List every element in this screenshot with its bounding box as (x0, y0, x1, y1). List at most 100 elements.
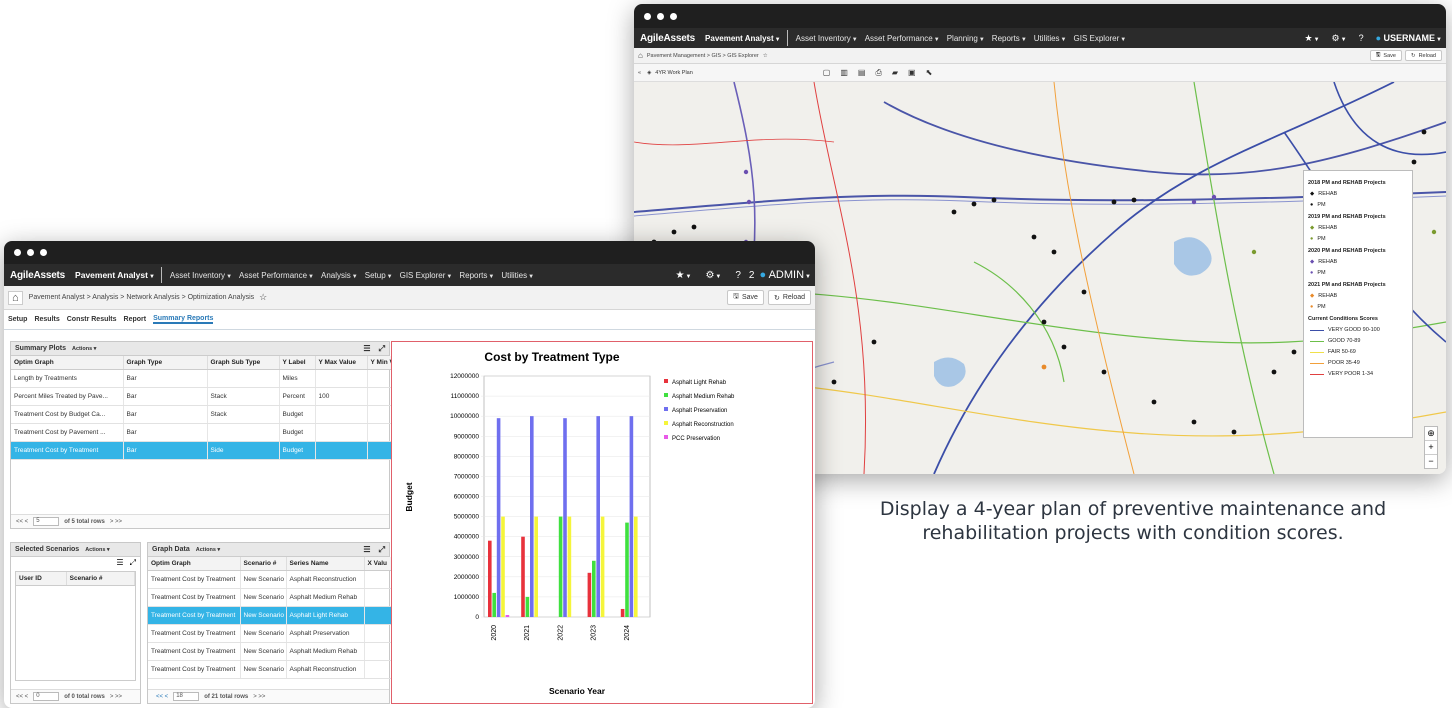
window-dot[interactable] (14, 249, 21, 256)
expand-icon[interactable]: ⤢ (379, 545, 385, 555)
star-icon[interactable]: ★▼ (1305, 33, 1320, 44)
gear-icon[interactable]: ⚙▼ (1332, 33, 1347, 44)
expand-icon[interactable]: ⤢ (379, 344, 385, 354)
window-dot[interactable] (27, 249, 34, 256)
user-menu[interactable]: ● USERNAME▼ (1376, 33, 1442, 43)
table-row[interactable]: Treatment Cost by Budget Ca... Bar Stack Bu… (11, 405, 392, 424)
window-dot[interactable] (670, 12, 677, 20)
columns-icon[interactable]: ☰ (116, 558, 123, 567)
next-page-icon[interactable]: > >> (110, 519, 122, 525)
nav-menu-asset-inventory[interactable]: Asset Inventory▼ (170, 271, 232, 280)
nav-menu-setup[interactable]: Setup▼ (365, 271, 393, 280)
star-icon[interactable]: ★▼ (676, 270, 692, 281)
nav-menu-gis-explorer[interactable]: GIS Explorer▼ (400, 271, 453, 280)
actions-menu[interactable]: Actions ▾ (196, 547, 220, 553)
reload-button[interactable]: ↻ Reload (767, 290, 811, 305)
column-header[interactable]: Optim Graph (148, 557, 241, 571)
column-header[interactable]: Series Name (286, 557, 365, 571)
favorite-star-icon[interactable]: ☆ (763, 53, 768, 59)
table-cell: Budget (279, 405, 316, 424)
app-menu[interactable]: Pavement Analyst▼ (705, 34, 781, 43)
next-page-icon[interactable]: > >> (253, 694, 265, 700)
window-dot[interactable] (657, 12, 664, 20)
table-row[interactable]: Treatment Cost by Treatment New Scenario A… (148, 624, 392, 643)
window-dot[interactable] (644, 12, 651, 20)
table-row[interactable]: Treatment Cost by Treatment New Scenario A… (148, 588, 392, 607)
nav-menu-utilities[interactable]: Utilities▼ (501, 271, 534, 280)
home-icon[interactable]: ⌂ (8, 290, 23, 305)
tab-constr-results[interactable]: Constr Results (67, 316, 117, 323)
top-navbar: AgileAssets Pavement Analyst▼ Asset Inve… (4, 264, 815, 286)
expand-icon[interactable]: ⤢ (130, 558, 136, 567)
actions-menu[interactable]: Actions ▾ (85, 547, 109, 553)
table-row[interactable]: Length by Treatments Bar Miles (11, 369, 392, 388)
page-size-input[interactable]: 18 (173, 692, 200, 701)
columns-icon[interactable]: ☰ (363, 344, 370, 353)
tab-results[interactable]: Results (34, 316, 59, 323)
table-row[interactable]: Treatment Cost by Treatment New Scenario A… (148, 642, 392, 661)
nav-menu-gis-explorer[interactable]: GIS Explorer▼ (1074, 34, 1127, 43)
actions-menu[interactable]: Actions ▾ (72, 346, 96, 352)
gear-icon[interactable]: ⚙▼ (705, 270, 721, 281)
breadcrumb[interactable]: Pavement Analyst > Analysis > Network An… (29, 294, 254, 301)
reload-button[interactable]: ↻ Reload (1404, 50, 1442, 61)
table-row[interactable]: Treatment Cost by Pavement ... Bar Budget (11, 423, 392, 442)
legend-item: POOR 35-49 (1310, 360, 1408, 366)
save-button[interactable]: 🖫 Save (1369, 50, 1402, 61)
column-header[interactable]: Graph Type (123, 356, 208, 370)
table-row[interactable]: Treatment Cost by Treatment Bar Side Budget (11, 441, 392, 460)
nav-menu-utilities[interactable]: Utilities▼ (1034, 34, 1067, 43)
first-page-icon[interactable]: << < (16, 519, 28, 525)
nav-menu-asset-inventory[interactable]: Asset Inventory▼ (796, 34, 858, 43)
locate-icon[interactable]: ⊕ (1425, 427, 1437, 440)
notification-count[interactable]: 2 (749, 270, 755, 281)
column-header[interactable]: X Valu (364, 557, 392, 571)
zoom-out-button[interactable]: − (1425, 454, 1437, 468)
favorite-star-icon[interactable]: ☆ (259, 292, 267, 303)
nav-menu-reports[interactable]: Reports▼ (992, 34, 1027, 43)
nav-menu-asset-performance[interactable]: Asset Performance▼ (239, 271, 314, 280)
tab-summary-reports[interactable]: Summary Reports (153, 315, 214, 324)
layers-icon[interactable]: ◈ (647, 70, 651, 76)
breadcrumb[interactable]: Pavement Management > GIS > GIS Explorer (647, 53, 759, 59)
y-tick-label: 9000000 (454, 433, 480, 440)
tab-setup[interactable]: Setup (8, 316, 27, 323)
zoom-in-button[interactable]: + (1425, 440, 1437, 454)
nav-menu-reports[interactable]: Reports▼ (459, 271, 494, 280)
column-header[interactable]: Y Min V (367, 356, 392, 370)
table-row[interactable]: Treatment Cost by Treatment New Scenario A… (148, 606, 392, 625)
map-tool-icons[interactable]: ▢▥▤⎙▰▣⬉ (823, 68, 943, 78)
page-size-input[interactable]: 0 (33, 692, 60, 701)
next-page-icon[interactable]: > >> (110, 694, 122, 700)
table-row[interactable]: Percent Miles Treated by Pave... Bar Stack… (11, 387, 392, 406)
help-icon[interactable]: ? (735, 270, 741, 281)
legend-item: ● PM (1310, 270, 1408, 276)
first-page-icon[interactable]: << < (16, 694, 28, 700)
scenarios-list-box: User ID Scenario # (15, 571, 136, 681)
table-row[interactable]: Treatment Cost by Treatment New Scenario A… (148, 570, 392, 589)
column-header[interactable]: Y Max Value (315, 356, 368, 370)
column-header[interactable]: Graph Sub Type (207, 356, 280, 370)
tab-report[interactable]: Report (124, 316, 147, 323)
home-icon[interactable]: ⌂ (638, 51, 643, 60)
table-cell: Bar (123, 387, 208, 406)
column-header[interactable]: Scenario # (66, 572, 136, 586)
help-icon[interactable]: ? (1359, 33, 1364, 43)
user-menu[interactable]: ● ADMIN▼ (759, 269, 811, 281)
column-header[interactable]: Y Label (279, 356, 316, 370)
nav-menu-planning[interactable]: Planning▼ (947, 34, 985, 43)
save-button[interactable]: 🖫 Save (727, 290, 764, 305)
table-row[interactable]: Treatment Cost by Treatment New Scenario A… (148, 660, 392, 679)
column-header[interactable]: User ID (16, 572, 67, 586)
nav-menu-analysis[interactable]: Analysis▼ (321, 271, 358, 280)
nav-menu-asset-performance[interactable]: Asset Performance▼ (865, 34, 940, 43)
collapse-icon[interactable]: « (638, 70, 641, 76)
first-page-icon[interactable]: << < (156, 694, 168, 700)
line-swatch-icon (1310, 373, 1324, 375)
app-menu[interactable]: Pavement Analyst▼ (75, 270, 155, 280)
column-header[interactable]: Optim Graph (11, 356, 124, 370)
window-dot[interactable] (40, 249, 47, 256)
column-header[interactable]: Scenario # (240, 557, 287, 571)
page-size-input[interactable]: 5 (33, 517, 60, 526)
columns-icon[interactable]: ☰ (363, 545, 370, 554)
